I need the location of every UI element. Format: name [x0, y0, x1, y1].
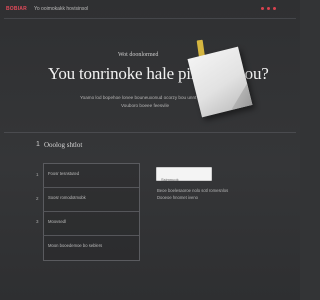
helper-text-line-1: Beoe boelesaoroe nolo sotl romesnlos: [157, 188, 229, 193]
control-dot-icon[interactable]: [273, 7, 276, 10]
list-item-label: Soosr romodotmobk: [48, 195, 86, 200]
list-item[interactable]: Moon booedemoe bo seblers: [43, 235, 139, 259]
top-divider: [4, 18, 296, 19]
brand-logo[interactable]: BOBIAR: [6, 6, 27, 12]
hero-overline: Wot doonlormed: [118, 52, 159, 58]
list-item[interactable]: Moovsedl: [43, 211, 139, 236]
list-item-number: 2: [36, 196, 39, 201]
list-item-label: Foosr tesnstuted: [48, 171, 80, 176]
list-item-label: Moovsedl: [48, 219, 66, 224]
list-item-label: Moon booedemoe bo seblers: [48, 243, 103, 248]
control-dot-icon[interactable]: [267, 7, 270, 10]
top-bar-text: Yo ooimokakk hovisinsol: [34, 6, 89, 12]
list-item[interactable]: Foosr tesnstuted: [43, 163, 139, 188]
list-item-number: 1: [36, 172, 39, 177]
hero-subtitle-line-2: Vouboro boeee feesvile: [121, 103, 170, 108]
section-divider: [4, 132, 296, 133]
section-number: 1: [36, 141, 40, 148]
text-input-field[interactable]: [157, 173, 211, 186]
top-bar: BOBIAR Yo ooimokakk hovisinsol: [4, 2, 296, 18]
helper-text-line-2: Dooeoe hnomet iveno: [157, 195, 198, 200]
list-item[interactable]: Soosr romodotmobk: [43, 187, 139, 212]
text-input[interactable]: [156, 167, 212, 186]
window-controls: [261, 7, 276, 10]
section-title: Ooolog shtlot: [44, 141, 83, 149]
list-item-number: 3: [36, 219, 39, 224]
control-dot-icon[interactable]: [261, 7, 264, 10]
